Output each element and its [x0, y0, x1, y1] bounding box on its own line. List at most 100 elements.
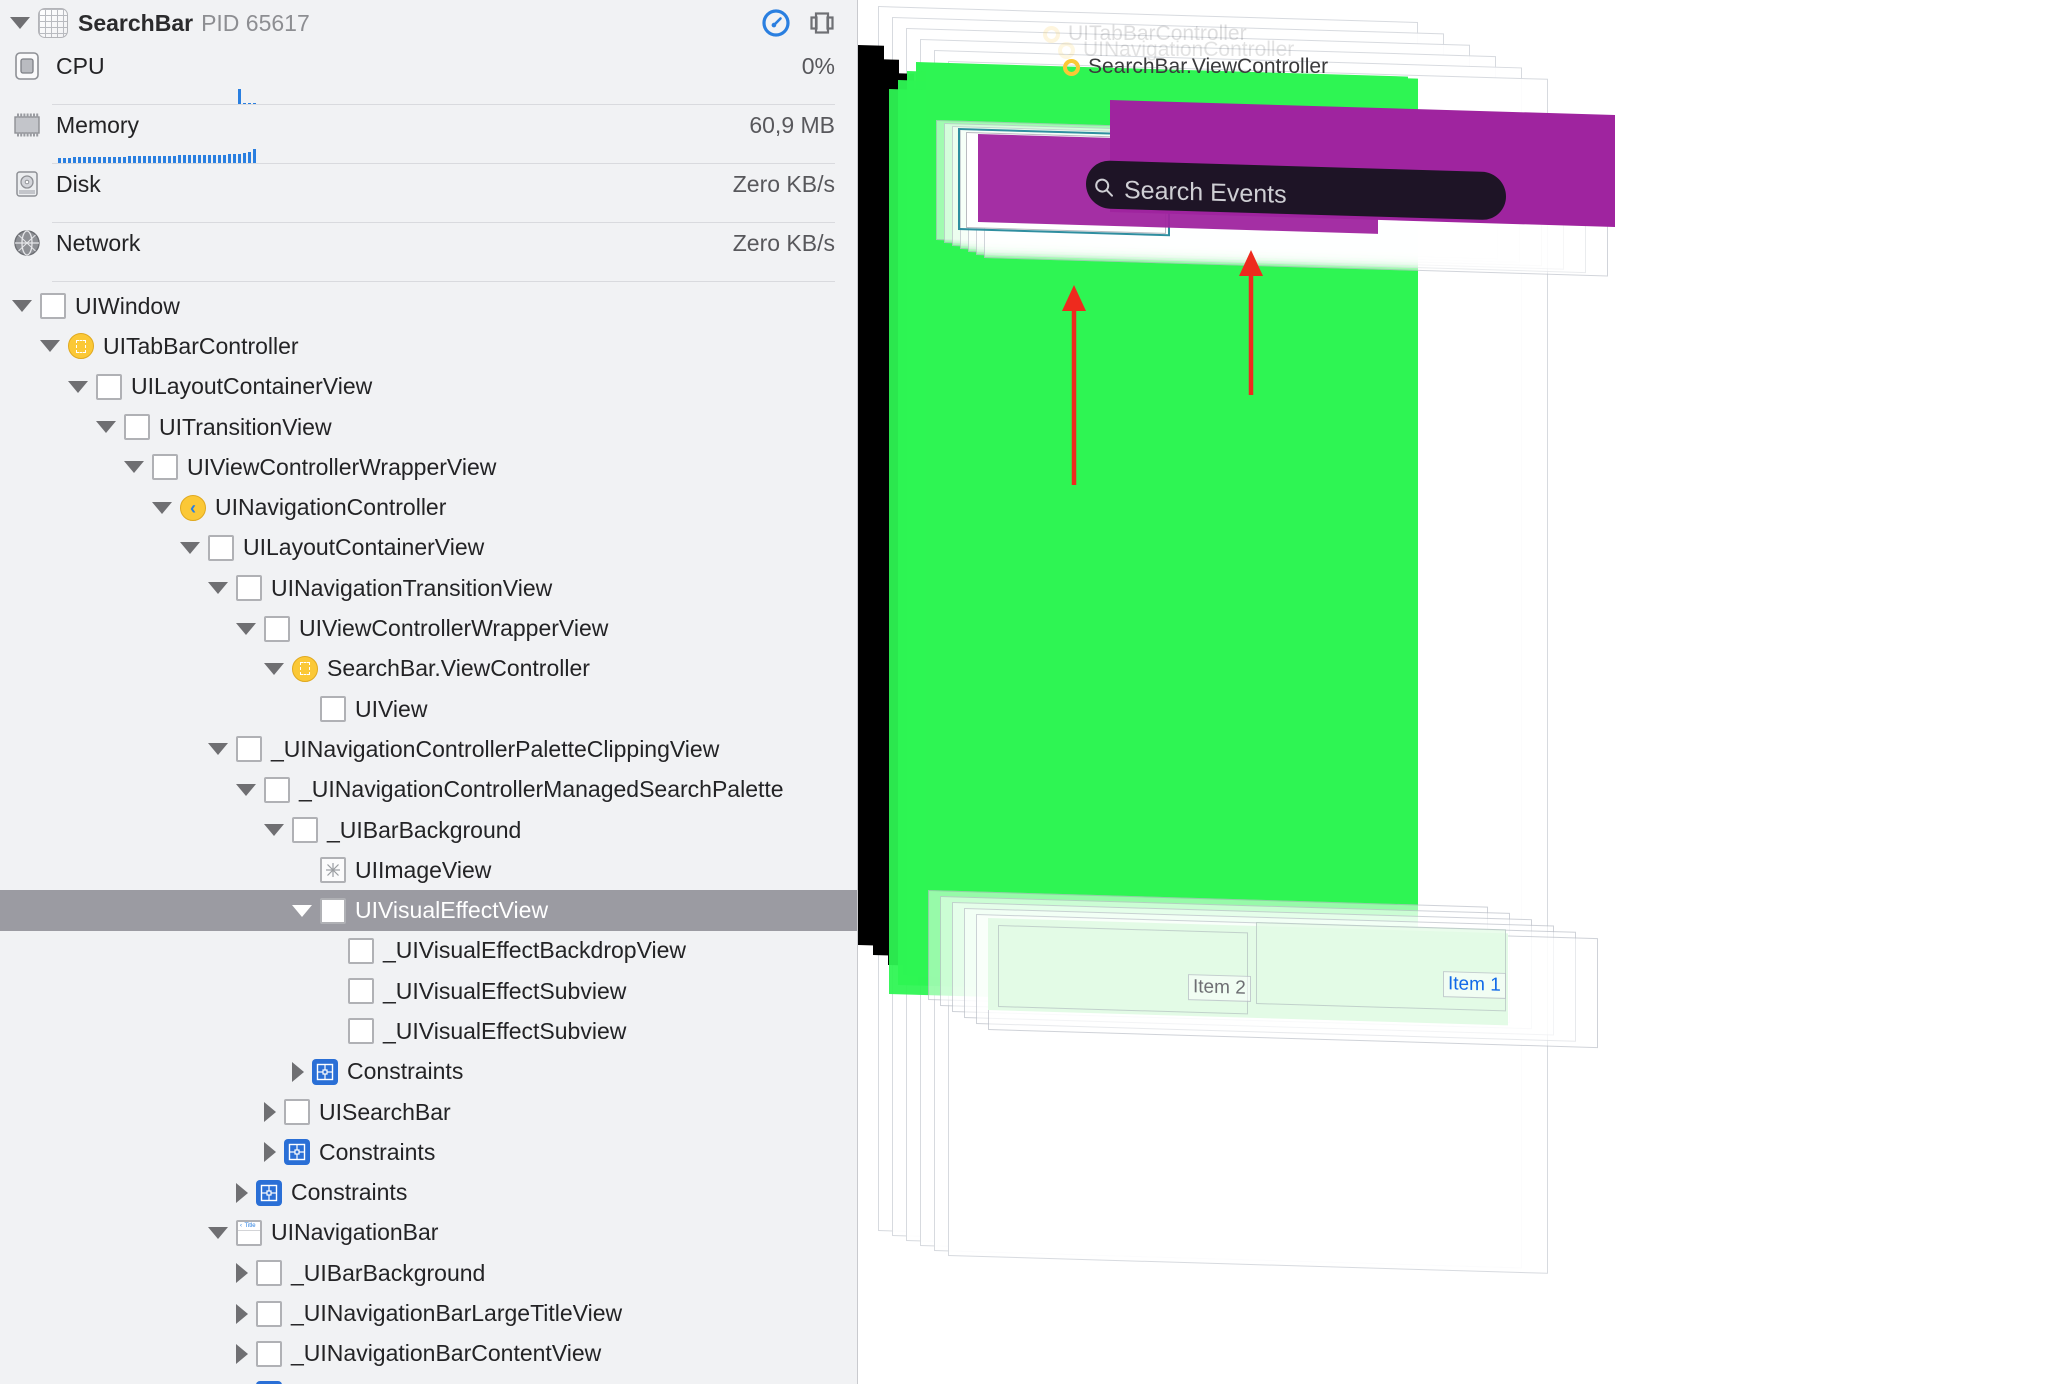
chevron-down-icon[interactable]	[208, 743, 228, 756]
chevron-down-icon[interactable]	[152, 501, 172, 514]
tree-row-label: UISearchBar	[319, 1098, 451, 1125]
tree-row[interactable]: SearchBar.ViewController	[0, 649, 857, 689]
layer-tabbar-item-1[interactable]	[1256, 922, 1506, 1012]
tree-row[interactable]: _UINavigationControllerManagedSearchPale…	[0, 770, 857, 810]
tree-row-label: _UINavigationBarLargeTitleView	[291, 1300, 623, 1327]
chevron-down-icon[interactable]	[40, 340, 60, 353]
gauge-label: Disk	[56, 170, 101, 197]
tree-row-label: UIViewControllerWrapperView	[187, 453, 497, 480]
tree-row[interactable]: _UIVisualEffectSubview	[0, 1011, 857, 1051]
chevron-right-icon[interactable]	[236, 1263, 248, 1284]
arrow-to-search-field	[1238, 250, 1264, 400]
gauge-sparkline	[58, 86, 256, 104]
chevron-right-icon[interactable]	[264, 1102, 276, 1123]
tree-row[interactable]: ‹ Title UINavigationBar	[0, 1213, 857, 1253]
search-field-placeholder[interactable]: Search Events	[1094, 175, 1287, 210]
tree-row-label: Constraints	[291, 1381, 407, 1384]
view-mode-icon[interactable]	[807, 8, 837, 38]
chevron-down-icon[interactable]	[236, 783, 256, 796]
tabbar-item-label[interactable]: Item 2	[1188, 974, 1251, 1002]
tree-row-label: UIImageView	[355, 856, 492, 883]
gauge-row-disk[interactable]: Disk Zero KB/s	[12, 164, 835, 223]
tree-row-label: _UIVisualEffectBackdropView	[383, 937, 687, 964]
tree-row[interactable]: UIView	[0, 689, 857, 729]
process-disclosure-triangle[interactable]	[10, 17, 30, 29]
search-field-placeholder-text: Search Events	[1124, 176, 1287, 209]
process-pid: PID 65617	[201, 9, 310, 36]
header-tool-buttons	[761, 8, 857, 38]
tree-row-label: UIView	[355, 695, 428, 722]
tree-row[interactable]: UILayoutContainerView	[0, 528, 857, 568]
gauge-label: CPU	[56, 52, 105, 79]
disk-icon	[12, 169, 42, 199]
tree-row-label: _UINavigationBarContentView	[291, 1340, 602, 1367]
gauge-value: 60,9 MB	[749, 111, 835, 138]
debug-view-hierarchy-icon[interactable]	[761, 8, 791, 38]
view-icon	[264, 615, 290, 642]
tree-row[interactable]: _UINavigationBarLargeTitleView	[0, 1293, 857, 1333]
view-hierarchy-3d-canvas[interactable]: Search Events Item 2 Item 1 UITabBarControl…	[858, 0, 2059, 1384]
tree-row[interactable]: UIImageView	[0, 850, 857, 890]
layer-tabbar-item-2[interactable]	[998, 925, 1248, 1015]
chevron-right-icon[interactable]	[264, 1142, 276, 1163]
chevron-down-icon[interactable]	[68, 380, 88, 393]
navigator-scrollbar[interactable]	[849, 300, 855, 720]
tree-row[interactable]: _UIVisualEffectBackdropView	[0, 931, 857, 971]
process-name: SearchBar	[78, 9, 194, 36]
view-icon	[256, 1300, 282, 1327]
tree-row[interactable]: _UINavigationControllerPaletteClippingVi…	[0, 729, 857, 769]
grid-app-icon	[38, 8, 68, 38]
gauge-sparkline	[58, 145, 256, 163]
tree-row[interactable]: Constraints	[0, 1374, 857, 1384]
tree-row[interactable]: UITransitionView	[0, 407, 857, 447]
chevron-down-icon[interactable]	[12, 300, 32, 313]
chevron-right-icon[interactable]	[292, 1061, 304, 1082]
tabbar-item-label[interactable]: Item 1	[1443, 971, 1506, 999]
gauge-row-memory[interactable]: Memory 60,9 MB	[12, 105, 835, 164]
tree-row[interactable]: UIViewControllerWrapperView	[0, 608, 857, 648]
tree-row-label: UINavigationTransitionView	[271, 574, 553, 601]
tree-row[interactable]: UILayoutContainerView	[0, 367, 857, 407]
chevron-down-icon[interactable]	[264, 662, 284, 675]
tree-row[interactable]: UITabBarController	[0, 326, 857, 366]
gauge-row-network[interactable]: Network Zero KB/s	[12, 223, 835, 282]
tree-row[interactable]: _UIBarBackground	[0, 810, 857, 850]
gauge-row-cpu[interactable]: CPU 0%	[12, 46, 835, 105]
gauge-value: Zero KB/s	[732, 229, 835, 256]
chevron-right-icon[interactable]	[236, 1343, 248, 1364]
chevron-down-icon[interactable]	[292, 904, 312, 917]
process-header[interactable]: SearchBar PID 65617	[0, 0, 857, 46]
tree-row[interactable]: UIVisualEffectView	[0, 890, 857, 931]
tree-row-label: Constraints	[291, 1179, 408, 1206]
chevron-down-icon[interactable]	[96, 421, 116, 434]
chevron-right-icon[interactable]	[236, 1303, 248, 1324]
tree-row[interactable]: UIViewControllerWrapperView	[0, 447, 857, 487]
chevron-down-icon[interactable]	[208, 1226, 228, 1239]
chevron-down-icon[interactable]	[124, 461, 144, 474]
view-icon	[348, 978, 374, 1005]
tree-row[interactable]: UINavigationTransitionView	[0, 568, 857, 608]
tree-row[interactable]: Constraints	[0, 1173, 857, 1213]
scene-node-label-text: SearchBar.ViewController	[1088, 55, 1329, 78]
chevron-down-icon[interactable]	[264, 824, 284, 836]
gauge-value: Zero KB/s	[732, 170, 835, 197]
tree-row[interactable]: ‹ UINavigationController	[0, 487, 857, 527]
tree-row[interactable]: UIWindow	[0, 286, 857, 326]
chevron-down-icon[interactable]	[180, 541, 200, 554]
navigationbar-icon: ‹ Title	[236, 1219, 262, 1246]
tree-row[interactable]: _UINavigationBarContentView	[0, 1334, 857, 1374]
tree-row[interactable]: Constraints	[0, 1052, 857, 1092]
magnifier-icon	[1094, 175, 1114, 205]
tree-row-label: UIWindow	[75, 292, 180, 319]
chevron-down-icon[interactable]	[236, 622, 256, 635]
chevron-down-icon[interactable]	[208, 582, 228, 595]
tree-row[interactable]: Constraints	[0, 1132, 857, 1172]
chevron-right-icon[interactable]	[236, 1182, 248, 1203]
view-icon	[256, 1340, 282, 1367]
tree-row-label: UINavigationBar	[271, 1219, 439, 1246]
tree-row[interactable]: _UIBarBackground	[0, 1253, 857, 1293]
scene-node-label[interactable]: SearchBar.ViewController	[1063, 55, 1328, 79]
tree-row[interactable]: _UIVisualEffectSubview	[0, 971, 857, 1011]
memory-icon	[12, 110, 42, 140]
tree-row[interactable]: UISearchBar	[0, 1092, 857, 1132]
